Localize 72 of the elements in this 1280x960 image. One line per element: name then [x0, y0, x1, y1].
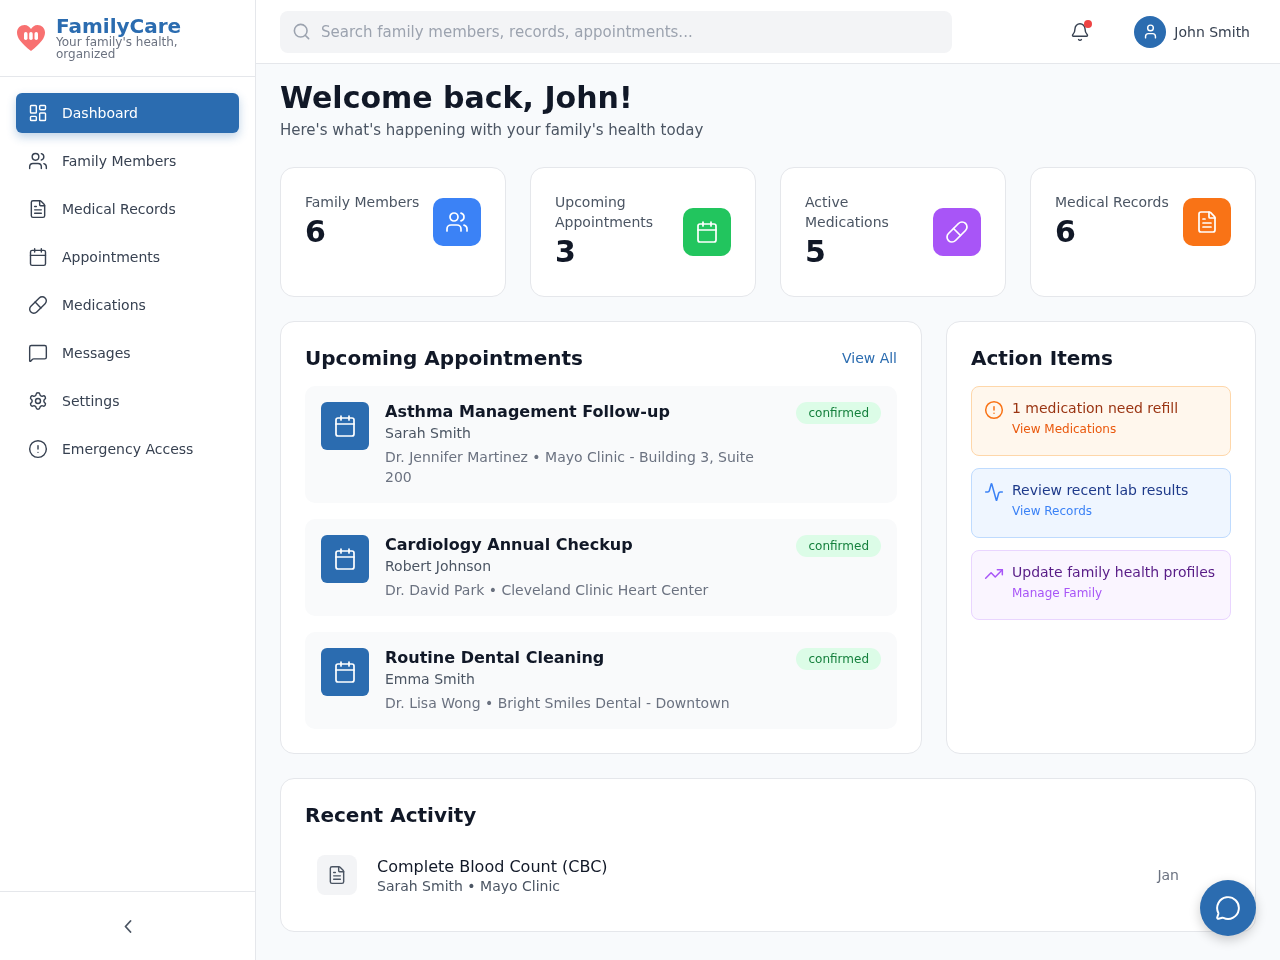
document-icon	[317, 855, 357, 895]
alert-icon	[28, 439, 48, 459]
calendar-icon	[695, 220, 719, 244]
activity-meta: Sarah Smith • Mayo Clinic	[377, 877, 562, 894]
panel-title: Action Items	[971, 346, 1113, 370]
appointment-card[interactable]: Asthma Management Follow-up Sarah Smith Dr. Jennifer Martinez • Mayo Clinic - Building 3, Suite 200 confirmed	[305, 386, 897, 503]
chevron-left-icon	[123, 919, 132, 933]
appointment-details: Dr. Lisa Wong • Bright Smiles Dental - Downtown	[385, 694, 731, 713]
appointment-details: Dr. David Park • Cleveland Clinic Heart Center	[385, 581, 710, 600]
appointment-title: Asthma Management Follow-up	[385, 402, 671, 421]
status-badge: confirmed	[796, 535, 881, 557]
stat-value: 6	[1055, 214, 1077, 249]
appointment-title: Routine Dental Cleaning	[385, 648, 606, 667]
action-text: Update family health profiles	[1012, 564, 1216, 580]
calendar-icon	[321, 535, 369, 583]
sidebar-item[interactable]: Settings	[16, 381, 239, 421]
action-text: 1 medication need refill	[1012, 400, 1179, 416]
stat-value: 3	[555, 234, 577, 269]
activity-title: Complete Blood Count (CBC)	[377, 856, 608, 876]
status-badge: confirmed	[796, 402, 881, 424]
stat-value: 5	[805, 234, 827, 269]
activity-date: Jan	[1157, 867, 1179, 883]
brand-name: FamilyCare	[56, 16, 183, 36]
patient-name: Emma Smith	[385, 671, 476, 687]
brand-tagline: Your family's health, organized	[56, 36, 178, 60]
users-icon	[445, 210, 469, 234]
sidebar-item[interactable]: Family Members	[16, 141, 239, 181]
calendar-icon	[321, 648, 369, 696]
users-icon	[28, 151, 48, 171]
dashboard-icon	[28, 103, 48, 123]
action-link[interactable]: Manage Family	[1012, 586, 1216, 600]
appointment-details: Dr. Jennifer Martinez • Mayo Clinic - Building 3, Suite 200	[385, 448, 755, 487]
document-icon	[28, 199, 48, 219]
sidebar-item[interactable]: Medical Records	[16, 189, 239, 229]
pulse-icon	[984, 482, 1004, 502]
stat-value: 6	[305, 214, 327, 249]
document-icon	[1195, 210, 1219, 234]
sidebar-item[interactable]: Appointments	[16, 237, 239, 277]
sidebar-item[interactable]: Medications	[16, 285, 239, 325]
sidebar-item[interactable]: Messages	[16, 333, 239, 373]
search-field[interactable]: Search family members, records, appointments...	[280, 10, 952, 53]
chat-icon	[28, 343, 48, 363]
appointment-card[interactable]: Routine Dental Cleaning Emma Smith Dr. Lisa Wong • Bright Smiles Dental - Downtown confirmed	[305, 632, 897, 729]
alert-icon	[984, 400, 1004, 420]
welcome-subtitle: Here's what's happening with your family's health today	[280, 121, 705, 139]
welcome-title: Welcome back, John!	[280, 80, 634, 115]
calendar-icon	[28, 247, 48, 267]
heart-logo-icon	[16, 24, 46, 52]
pill-icon	[945, 220, 969, 244]
sidebar-item[interactable]: Dashboard	[16, 93, 239, 133]
bell-icon	[1070, 21, 1091, 42]
stat-label: Medical Records	[1055, 193, 1169, 212]
patient-name: Robert Johnson	[385, 558, 493, 574]
status-badge: confirmed	[796, 648, 881, 670]
view-all-link[interactable]: View All	[841, 350, 897, 366]
stat-label: Active Medications	[805, 193, 890, 232]
panel-title: Upcoming Appointments	[305, 346, 583, 370]
user-menu-button[interactable]: John Smith	[1128, 14, 1256, 49]
chat-bubble-icon	[1215, 895, 1241, 921]
stat-label: Family Members	[305, 193, 420, 212]
action-text: Review recent lab results	[1012, 482, 1189, 498]
calendar-icon	[321, 402, 369, 450]
patient-name: Sarah Smith	[385, 425, 472, 441]
appointment-card[interactable]: Cardiology Annual Checkup Robert Johnson Dr. David Park • Cleveland Clinic Heart Center confirmed	[305, 519, 897, 616]
stat-label: Upcoming Appointments	[555, 193, 655, 232]
pill-icon	[28, 295, 48, 315]
panel-title: Recent Activity	[305, 803, 477, 827]
appointment-title: Cardiology Annual Checkup	[385, 535, 634, 554]
search-icon	[292, 21, 311, 41]
action-link[interactable]: View Records	[1012, 504, 1189, 518]
settings-icon	[28, 391, 48, 411]
sidebar-item[interactable]: Emergency Access	[16, 429, 239, 469]
